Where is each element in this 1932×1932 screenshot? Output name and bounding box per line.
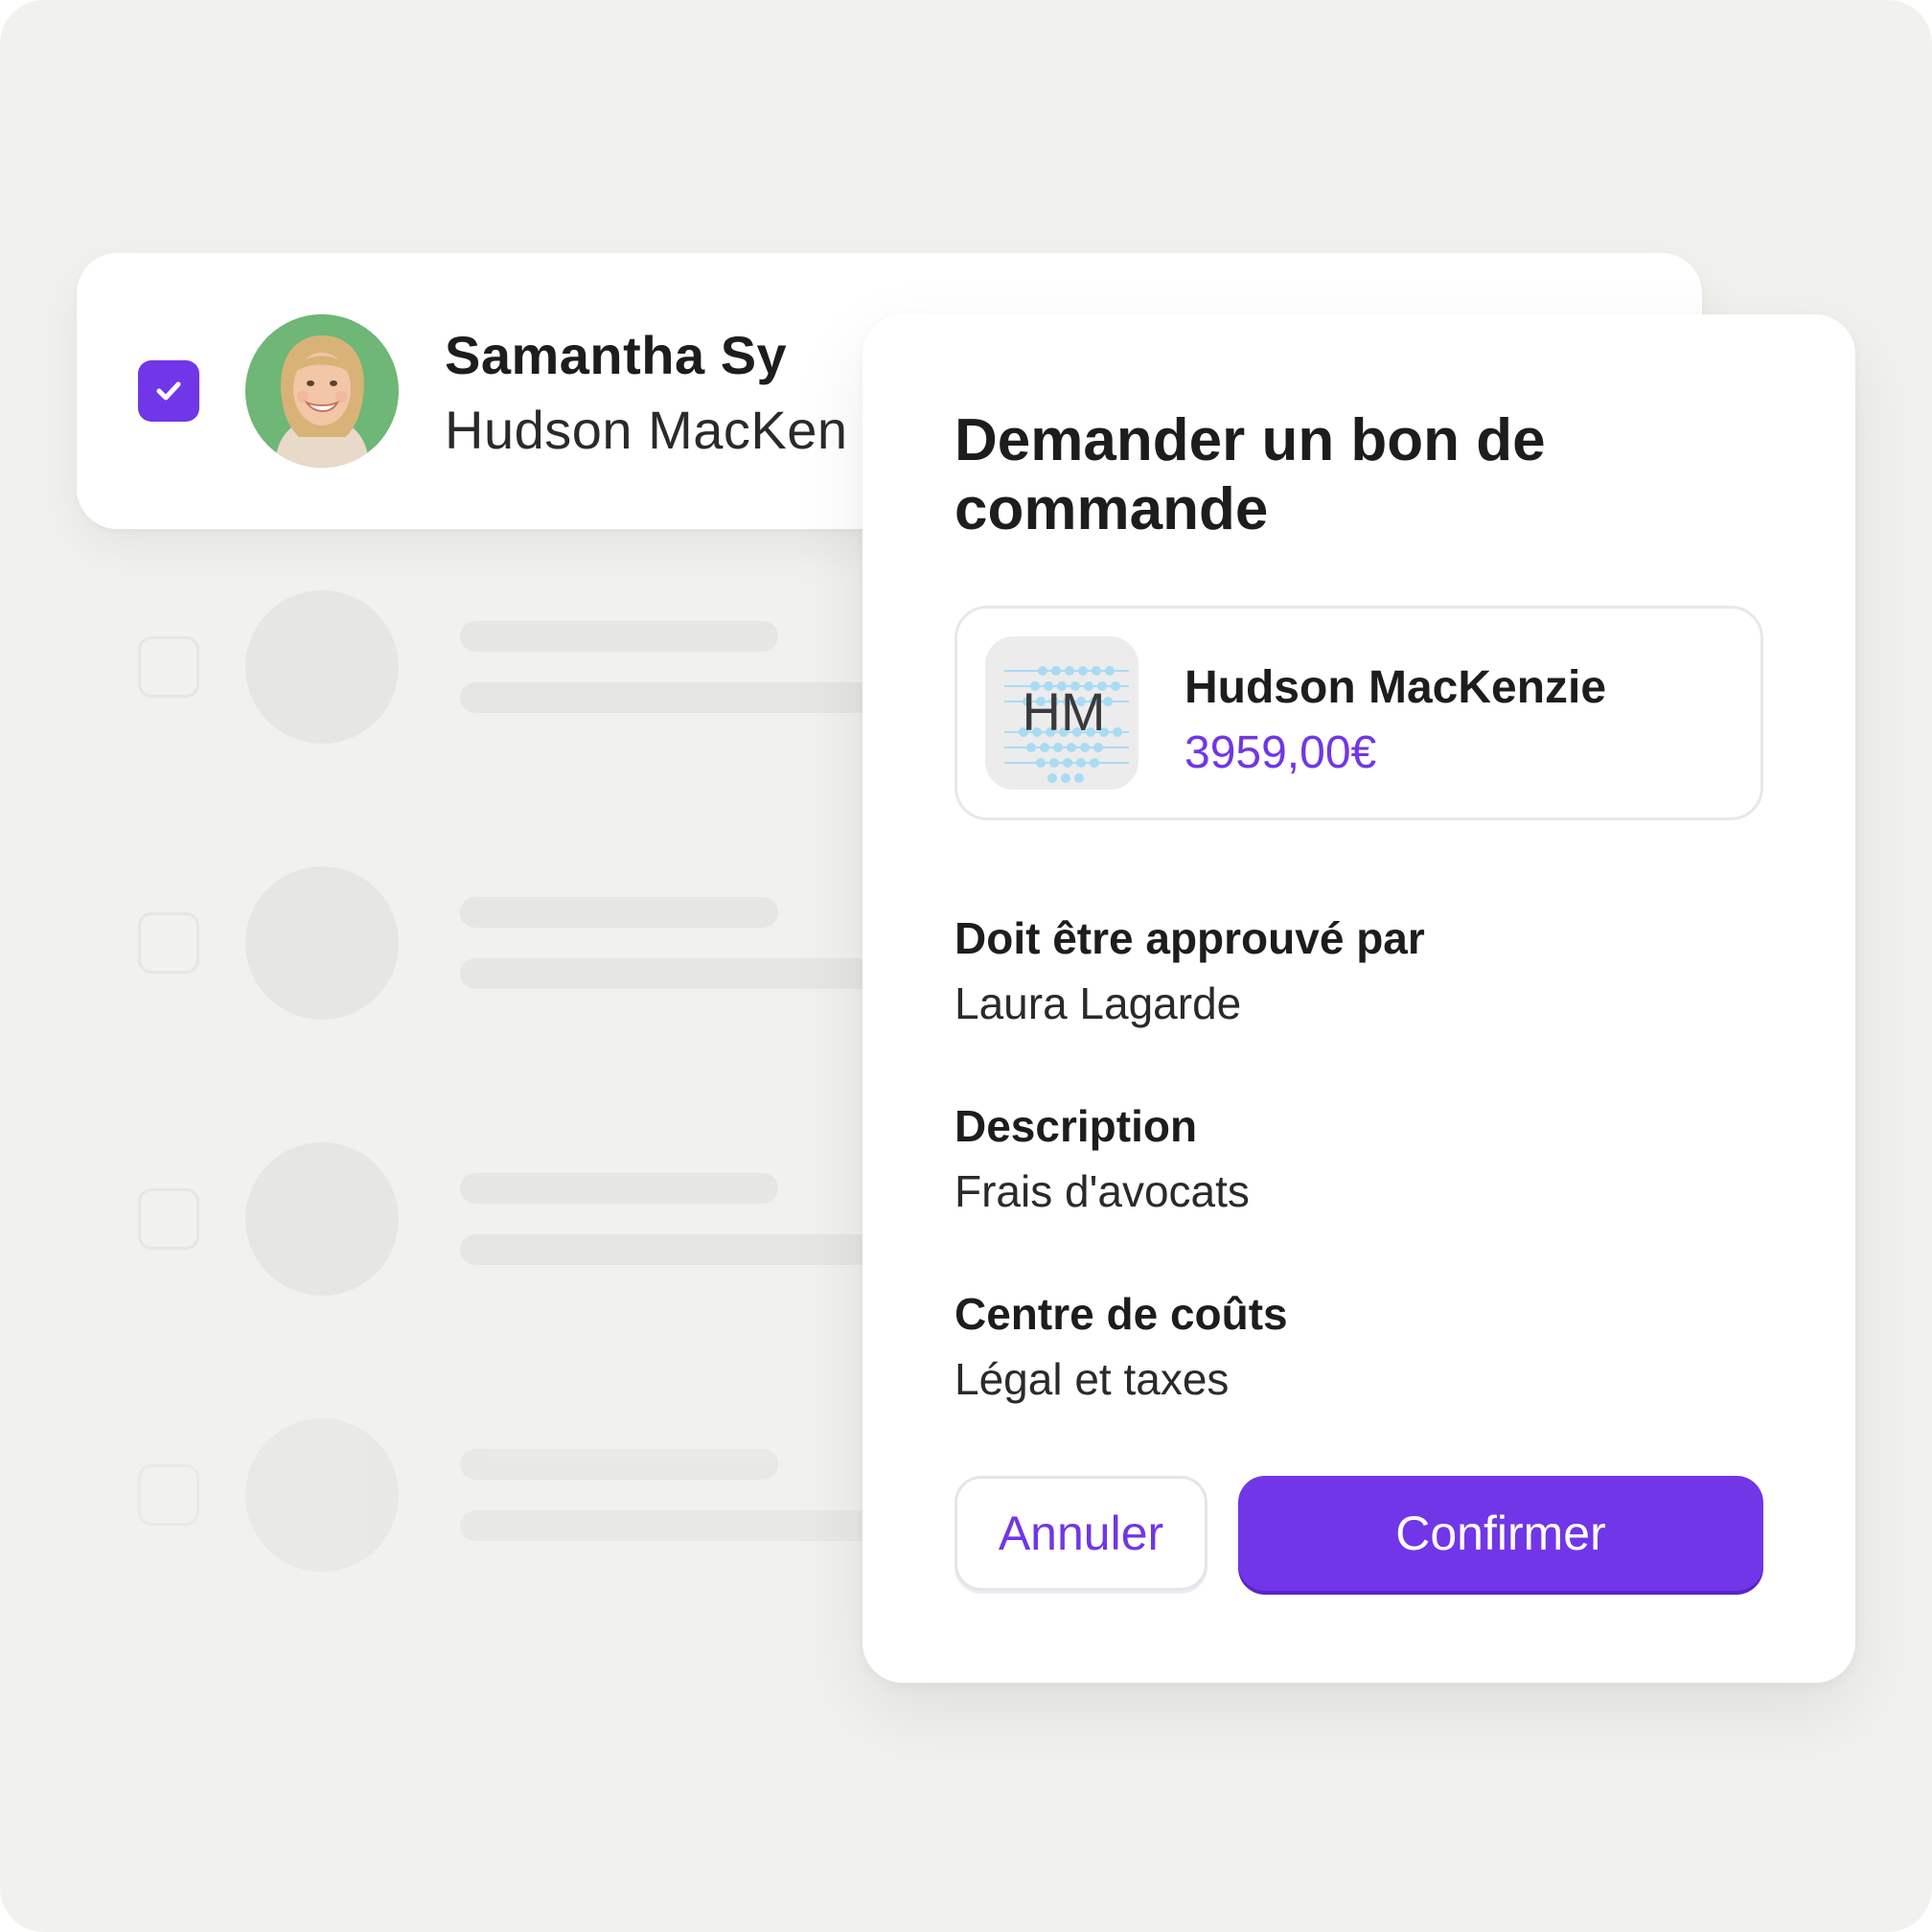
placeholder-checkbox	[138, 636, 199, 698]
placeholder-avatar	[245, 1418, 399, 1572]
dialog-title: Demander un bon de commande	[954, 407, 1546, 542]
row-company-name: Hudson MacKen	[445, 400, 848, 460]
confirm-button[interactable]: Confirmer	[1238, 1476, 1763, 1591]
description-label: Description	[954, 1101, 1198, 1151]
checkmark-icon	[156, 381, 181, 401]
placeholder-line	[460, 1510, 882, 1541]
placeholder-avatar	[245, 1142, 399, 1296]
placeholder-checkbox	[138, 1188, 199, 1250]
supplier-name: Hudson MacKenzie	[1184, 662, 1607, 713]
placeholder-line	[460, 958, 882, 989]
row-checkbox-checked[interactable]	[138, 360, 199, 422]
supplier-logo-icon: HM	[985, 636, 1138, 790]
cost-center-value: Légal et taxes	[954, 1354, 1230, 1404]
approver-value: Laura Lagarde	[954, 978, 1242, 1028]
hm-logo-icon: HM	[985, 636, 1138, 790]
placeholder-row	[0, 1418, 958, 1572]
supplier-amount: 3959,00€	[1184, 727, 1377, 778]
row-employee-name: Samantha Sy	[445, 325, 788, 385]
placeholder-line	[460, 1449, 778, 1480]
placeholder-line	[460, 1234, 882, 1265]
placeholder-row	[0, 866, 958, 1020]
cost-center-label: Centre de coûts	[954, 1289, 1288, 1339]
placeholder-row	[0, 1142, 958, 1296]
description-value: Frais d'avocats	[954, 1166, 1250, 1216]
placeholder-line	[460, 1173, 778, 1204]
placeholder-checkbox	[138, 912, 199, 974]
page-canvas: Samantha Sy Hudson MacKen Demander un bo…	[0, 0, 1932, 1932]
avatar	[245, 314, 399, 468]
placeholder-line	[460, 682, 882, 713]
placeholder-line	[460, 621, 778, 652]
placeholder-row	[0, 590, 958, 744]
svg-text:HM: HM	[1022, 681, 1105, 742]
placeholder-avatar	[245, 590, 399, 744]
placeholder-line	[460, 897, 778, 928]
approver-label: Doit être approuvé par	[954, 913, 1425, 963]
cancel-button[interactable]: Annuler	[954, 1476, 1208, 1591]
placeholder-checkbox	[138, 1464, 199, 1526]
placeholder-avatar	[245, 866, 399, 1020]
person-avatar-icon	[245, 314, 399, 468]
